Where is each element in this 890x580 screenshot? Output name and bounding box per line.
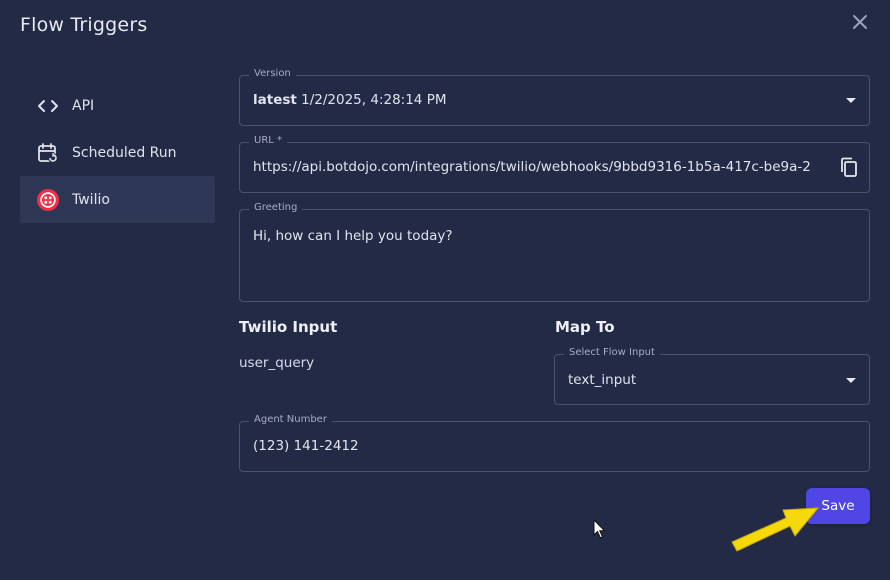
sidebar-item-label: Scheduled Run (72, 144, 177, 161)
sidebar-item-scheduled-run[interactable]: Scheduled Run (20, 129, 215, 176)
trigger-type-sidebar: API Scheduled Run Twilio (20, 82, 215, 223)
version-date: 1/2/2025, 4:28:14 PM (301, 92, 447, 108)
twilio-input-value: user_query (239, 355, 315, 371)
agent-number-value: (123) 141-2412 (253, 438, 359, 454)
flow-input-label: Select Flow Input (564, 347, 660, 358)
greeting-textarea[interactable]: Greeting Hi, how can I help you today? (239, 202, 870, 302)
sidebar-item-label: API (72, 97, 95, 114)
copy-icon[interactable] (838, 156, 860, 184)
flow-triggers-dialog: Flow Triggers API Scheduled Run Twilio V… (0, 0, 890, 580)
close-icon[interactable] (848, 10, 872, 34)
sidebar-item-api[interactable]: API (20, 82, 215, 129)
mouse-cursor-icon (593, 518, 607, 544)
chevron-down-icon (846, 378, 856, 383)
flow-input-value: text_input (568, 372, 637, 388)
twilio-logo-icon (37, 188, 59, 211)
flow-input-select[interactable]: Select Flow Input text_input (554, 347, 870, 405)
greeting-label: Greeting (249, 202, 303, 213)
url-label: URL * (249, 135, 288, 146)
code-icon (37, 95, 59, 117)
agent-number-field[interactable]: Agent Number (123) 141-2412 (239, 414, 870, 472)
calendar-refresh-icon (37, 142, 59, 164)
dialog-title: Flow Triggers (20, 14, 148, 36)
url-field[interactable]: URL * https://api.botdojo.com/integratio… (239, 135, 870, 193)
chevron-down-icon (846, 98, 856, 103)
sidebar-item-label: Twilio (72, 191, 110, 208)
greeting-value: Hi, how can I help you today? (253, 228, 453, 244)
map-to-heading: Map To (555, 318, 615, 336)
version-tag: latest (253, 92, 297, 108)
version-select[interactable]: Version latest 1/2/2025, 4:28:14 PM (239, 68, 870, 126)
version-value: latest 1/2/2025, 4:28:14 PM (253, 92, 446, 108)
annotation-arrow-icon (728, 496, 828, 560)
twilio-input-heading: Twilio Input (239, 318, 338, 336)
sidebar-item-twilio[interactable]: Twilio (20, 176, 215, 223)
url-value: https://api.botdojo.com/integrations/twi… (253, 159, 811, 175)
agent-number-label: Agent Number (249, 414, 332, 425)
version-label: Version (249, 68, 296, 79)
